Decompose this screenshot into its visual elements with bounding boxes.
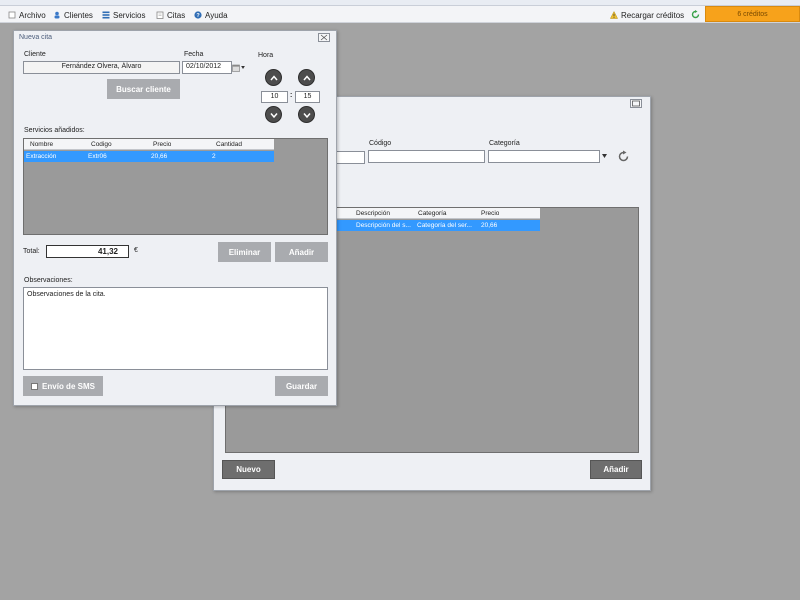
- sms-label: Envío de SMS: [42, 381, 95, 391]
- chevron-down-icon[interactable]: [602, 154, 607, 158]
- total-label: Total:: [23, 248, 40, 255]
- hour-field[interactable]: 10: [261, 91, 288, 103]
- menu-servicios-label: Servicios: [113, 10, 146, 20]
- time-separator: :: [290, 92, 293, 99]
- chevron-down-icon: [269, 112, 278, 118]
- remove-service-button[interactable]: Eliminar: [218, 242, 271, 262]
- services-cell-category: Categoría del ser...: [417, 222, 472, 229]
- refresh-icon[interactable]: [617, 150, 630, 163]
- new-appointment-close-button[interactable]: [318, 33, 330, 42]
- help-icon: ?: [194, 11, 202, 19]
- added-cell-price: 20,66: [151, 153, 168, 160]
- client-field[interactable]: Fernández Olvera, Álvaro: [23, 61, 180, 74]
- added-header-code: Codigo: [91, 141, 112, 148]
- added-header-quantity: Cantidad: [216, 141, 243, 148]
- new-service-button[interactable]: Nuevo: [222, 460, 275, 479]
- menu-bar: Archivo Clientes Servicios Citas ? Ayuda…: [0, 6, 800, 23]
- added-services-header: Nombre Codigo Precio Cantidad: [24, 139, 274, 150]
- services-header-category: Categoría: [418, 210, 447, 217]
- menu-archivo-label: Archivo: [19, 10, 46, 20]
- date-label: Fecha: [184, 51, 204, 58]
- notes-textarea[interactable]: Observaciones de la cita.: [23, 287, 328, 370]
- date-field[interactable]: 02/10/2012: [182, 61, 232, 74]
- added-cell-quantity: 2: [212, 153, 216, 160]
- services-icon: [102, 11, 110, 19]
- credits-badge[interactable]: 6 créditos: [705, 6, 800, 22]
- chevron-up-icon: [302, 74, 311, 80]
- services-cell-description: Descripción del s...: [356, 222, 411, 229]
- chevron-down-icon: [302, 112, 311, 118]
- time-label: Hora: [258, 52, 274, 59]
- recharge-credits-button[interactable]: Recargar créditos: [610, 9, 684, 21]
- minute-field[interactable]: 15: [295, 91, 320, 103]
- minute-down-button[interactable]: [298, 106, 315, 123]
- currency-label: €: [134, 247, 138, 254]
- menu-citas[interactable]: Citas: [156, 9, 185, 21]
- date-picker-button[interactable]: [232, 61, 246, 74]
- menu-citas-label: Citas: [167, 10, 186, 20]
- chevron-down-icon: [241, 66, 245, 69]
- menu-clientes[interactable]: Clientes: [53, 9, 93, 21]
- services-header-price: Precio: [481, 210, 500, 217]
- added-cell-code: Extr06: [88, 153, 107, 160]
- services-cell-price: 20,66: [481, 222, 498, 229]
- close-icon: [632, 100, 640, 107]
- services-category-label: Categoría: [489, 140, 520, 147]
- menu-ayuda-label: Ayuda: [205, 10, 228, 20]
- recharge-credits-label: Recargar créditos: [621, 10, 685, 20]
- services-window-close-button[interactable]: [630, 99, 642, 108]
- calendar-icon: [232, 64, 240, 72]
- hour-down-button[interactable]: [265, 106, 282, 123]
- added-cell-name: Extracción: [26, 153, 57, 160]
- warning-icon: [610, 11, 618, 19]
- added-header-price: Precio: [153, 141, 172, 148]
- add-service-button[interactable]: Añadir: [275, 242, 328, 262]
- menu-clientes-label: Clientes: [64, 10, 93, 20]
- services-description-field[interactable]: [336, 151, 365, 164]
- services-code-field[interactable]: [368, 150, 485, 163]
- search-client-button[interactable]: Buscar cliente: [107, 79, 180, 99]
- hour-up-button[interactable]: [265, 69, 282, 86]
- notes-label: Observaciones:: [24, 277, 73, 284]
- menu-ayuda[interactable]: ? Ayuda: [194, 9, 228, 21]
- services-added-label: Servicios añadidos:: [24, 127, 85, 134]
- menu-archivo[interactable]: Archivo: [8, 9, 46, 21]
- table-row[interactable]: Extracción Extr06 20,66 2: [24, 151, 274, 162]
- services-header-description: Descripción: [356, 210, 390, 217]
- refresh-credits-icon[interactable]: [691, 10, 700, 19]
- new-appointment-window: Nueva cita Cliente Fernández Olvera, Álv…: [13, 30, 337, 406]
- menu-servicios[interactable]: Servicios: [102, 9, 145, 21]
- minute-up-button[interactable]: [298, 69, 315, 86]
- sms-toggle-button[interactable]: Envío de SMS: [23, 376, 103, 396]
- chevron-up-icon: [269, 74, 278, 80]
- total-field: 41,32: [46, 245, 129, 258]
- client-label: Cliente: [24, 51, 46, 58]
- save-button[interactable]: Guardar: [275, 376, 328, 396]
- clients-icon: [54, 11, 60, 19]
- appointments-icon: [156, 11, 164, 19]
- added-header-name: Nombre: [30, 141, 54, 148]
- new-appointment-title: Nueva cita: [19, 34, 53, 41]
- file-icon: [8, 11, 16, 19]
- close-icon: [320, 34, 328, 41]
- sms-checkbox[interactable]: [31, 382, 39, 390]
- added-services-table: Nombre Codigo Precio Cantidad Extracción…: [23, 138, 328, 235]
- services-category-select[interactable]: [488, 150, 600, 163]
- services-code-label: Código: [369, 140, 392, 147]
- add-service-button[interactable]: Añadir: [590, 460, 642, 479]
